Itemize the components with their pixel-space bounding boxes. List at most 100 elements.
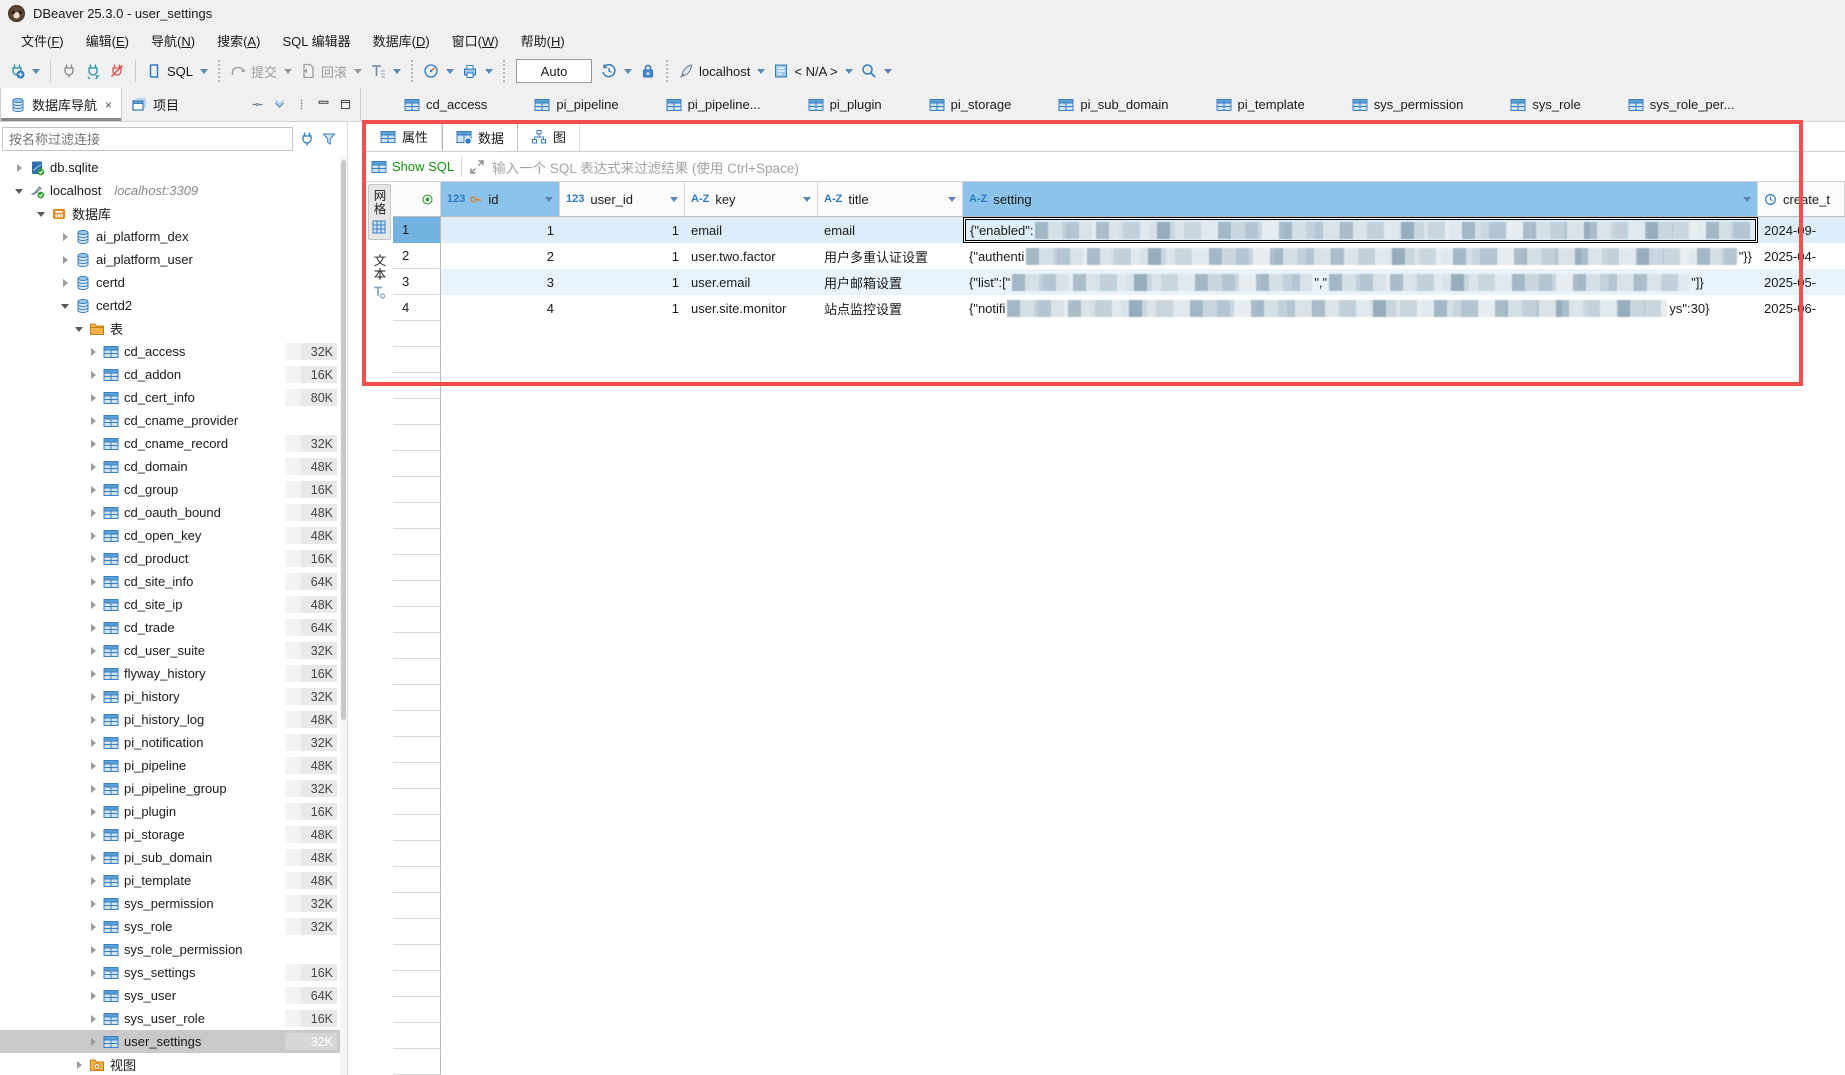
editor-tab[interactable]: pi_pipeline... — [643, 88, 785, 121]
tree-item-数据库[interactable]: 数据库 — [0, 202, 347, 225]
editor-tab[interactable]: sys_role_per... — [1605, 88, 1759, 121]
export-button[interactable] — [459, 59, 496, 83]
chevron-icon[interactable] — [88, 485, 98, 495]
menu-item-2[interactable]: 导航(N) — [140, 28, 206, 53]
tree-item-certd2[interactable]: certd2 — [0, 294, 347, 317]
editor-tab[interactable]: sys_permission — [1329, 88, 1488, 121]
tree-item-pi_pipeline_group[interactable]: pi_pipeline_group 32K — [0, 777, 347, 800]
chevron-icon[interactable] — [88, 554, 98, 564]
chevron-icon[interactable] — [88, 991, 98, 1001]
chevron-icon[interactable] — [88, 669, 98, 679]
tab-projects[interactable]: 项目 — [122, 88, 188, 121]
tree-item-localhost[interactable]: localhost localhost:3309 — [0, 179, 347, 202]
chevron-icon[interactable] — [88, 370, 98, 380]
column-filter-dropdown[interactable] — [545, 197, 553, 202]
menu-item-4[interactable]: SQL 编辑器 — [271, 28, 361, 53]
tree-item-ai_platform_user[interactable]: ai_platform_user — [0, 248, 347, 271]
tree-item-sys_user_role[interactable]: sys_user_role 16K — [0, 1007, 347, 1030]
cell-setting[interactable]: {"notifi ys":30} — [963, 295, 1758, 321]
chevron-icon[interactable] — [36, 209, 46, 219]
tree-item-cd_cname_record[interactable]: cd_cname_record 32K — [0, 432, 347, 455]
column-filter-dropdown[interactable] — [803, 197, 811, 202]
cell-create-time[interactable]: 2025-04- — [1758, 243, 1845, 269]
minimize-panel-icon[interactable] — [317, 98, 330, 111]
cell-id[interactable]: 4 — [441, 295, 560, 321]
presentation-tab[interactable]: 网格 — [368, 184, 391, 240]
tree-item-cd_open_key[interactable]: cd_open_key 48K — [0, 524, 347, 547]
cell-user-id[interactable]: 1 — [560, 243, 685, 269]
cell-id[interactable]: 3 — [441, 269, 560, 295]
search-button[interactable] — [858, 59, 895, 83]
cell-title[interactable]: 用户邮箱设置 — [818, 269, 963, 295]
menu-item-6[interactable]: 窗口(W) — [441, 28, 510, 53]
chevron-icon[interactable] — [88, 738, 98, 748]
chevron-icon[interactable] — [74, 1060, 84, 1070]
cell-create-time[interactable]: 2025-05- — [1758, 269, 1845, 295]
tree-item-cd_site_info[interactable]: cd_site_info 64K — [0, 570, 347, 593]
cell-title[interactable]: 用户多重认证设置 — [818, 243, 963, 269]
menu-item-1[interactable]: 编辑(E) — [75, 28, 140, 53]
link-editor-icon[interactable] — [251, 98, 264, 111]
tab-database-navigator[interactable]: 数据库导航 × — [0, 88, 122, 121]
tree-item-cd_oauth_bound[interactable]: cd_oauth_bound 48K — [0, 501, 347, 524]
row-number-cell[interactable]: 1 — [393, 217, 441, 243]
cell-key[interactable]: user.two.factor — [685, 243, 818, 269]
lock-button[interactable] — [637, 59, 659, 83]
tree-item-sys_user[interactable]: sys_user 64K — [0, 984, 347, 1007]
chevron-icon[interactable] — [88, 531, 98, 541]
tree-item-pi_history[interactable]: pi_history 32K — [0, 685, 347, 708]
rollback-button[interactable]: 回滚 — [297, 58, 365, 85]
tree-item-cd_user_suite[interactable]: cd_user_suite 32K — [0, 639, 347, 662]
scrollbar-thumb[interactable] — [341, 160, 346, 720]
tree-item-pi_sub_domain[interactable]: pi_sub_domain 48K — [0, 846, 347, 869]
chevron-icon[interactable] — [88, 1014, 98, 1024]
tree-item-db.sqlite[interactable]: db.sqlite — [0, 156, 347, 179]
sql-filter-input[interactable]: 输入一个 SQL 表达式来过滤结果 (使用 Ctrl+Space) — [492, 157, 799, 177]
menu-item-5[interactable]: 数据库(D) — [362, 28, 441, 53]
menu-item-0[interactable]: 文件(F) — [10, 28, 75, 53]
tree-item-pi_storage[interactable]: pi_storage 48K — [0, 823, 347, 846]
sql-editor-button[interactable]: SQL — [143, 59, 211, 83]
column-header-create_t[interactable]: create_t — [1758, 182, 1845, 216]
editor-tab[interactable]: pi_template — [1193, 88, 1329, 121]
column-header-setting[interactable]: A-Z setting — [963, 182, 1758, 216]
cell-title[interactable]: email — [818, 217, 963, 243]
chevron-icon[interactable] — [88, 577, 98, 587]
connect-button[interactable] — [58, 59, 80, 83]
view-tab-0[interactable]: 属性 — [367, 122, 442, 151]
expand-filter-icon[interactable] — [469, 159, 485, 175]
view-tab-1[interactable]: 数据 — [442, 122, 518, 151]
cell-user-id[interactable]: 1 — [560, 269, 685, 295]
chevron-icon[interactable] — [88, 853, 98, 863]
row-number-cell[interactable]: 4 — [393, 295, 441, 321]
tree-item-视图[interactable]: 视图 — [0, 1053, 347, 1075]
tree-item-user_settings[interactable]: user_settings 32K — [0, 1030, 347, 1053]
cell-id[interactable]: 2 — [441, 243, 560, 269]
chevron-icon[interactable] — [60, 232, 70, 242]
tree-item-flyway_history[interactable]: flyway_history 16K — [0, 662, 347, 685]
tree-item-cd_domain[interactable]: cd_domain 48K — [0, 455, 347, 478]
cell-key[interactable]: email — [685, 217, 818, 243]
chevron-icon[interactable] — [88, 692, 98, 702]
cell-id[interactable]: 1 — [441, 217, 560, 243]
tree-item-pi_history_log[interactable]: pi_history_log 48K — [0, 708, 347, 731]
chevron-icon[interactable] — [88, 899, 98, 909]
chevron-icon[interactable] — [88, 393, 98, 403]
chevron-icon[interactable] — [88, 508, 98, 518]
grid-corner-cell[interactable] — [393, 182, 441, 216]
sidebar-scrollbar[interactable] — [340, 156, 347, 1075]
tree-item-sys_role_permission[interactable]: sys_role_permission — [0, 938, 347, 961]
editor-tab[interactable]: pi_pipeline — [511, 88, 642, 121]
chevron-icon[interactable] — [88, 416, 98, 426]
presentation-tab[interactable]: 文本 — [369, 250, 390, 304]
chevron-icon[interactable] — [88, 439, 98, 449]
tree-item-pi_plugin[interactable]: pi_plugin 16K — [0, 800, 347, 823]
filter-settings-icon[interactable] — [321, 131, 337, 147]
column-header-user_id[interactable]: 123 user_id — [560, 182, 685, 216]
tree-item-ai_platform_dex[interactable]: ai_platform_dex — [0, 225, 347, 248]
chevron-icon[interactable] — [88, 761, 98, 771]
editor-tab[interactable]: pi_sub_domain — [1035, 88, 1192, 121]
panel-sash[interactable] — [348, 122, 365, 1075]
tree-item-pi_pipeline[interactable]: pi_pipeline 48K — [0, 754, 347, 777]
tree-item-pi_notification[interactable]: pi_notification 32K — [0, 731, 347, 754]
